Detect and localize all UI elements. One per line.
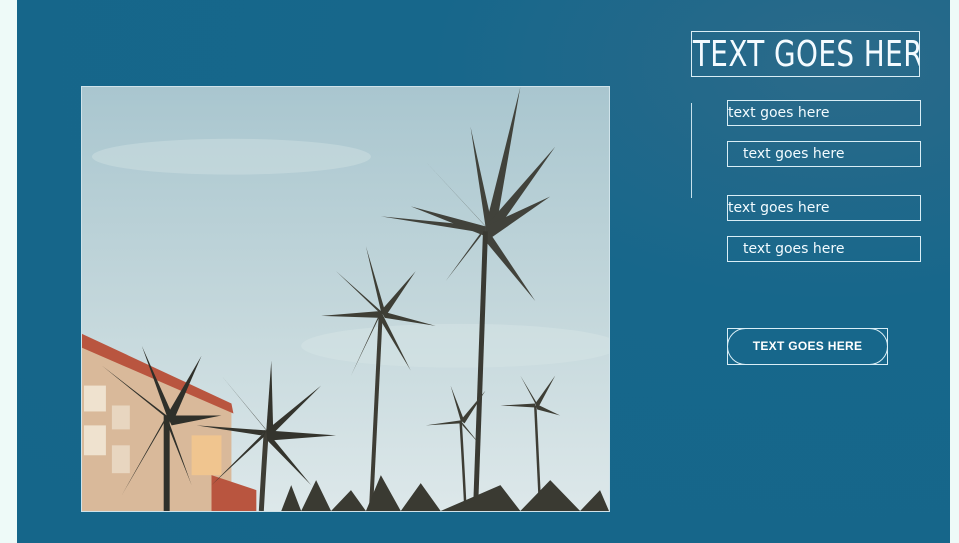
palm-trees-illustration (82, 87, 609, 511)
cta-button[interactable]: TEXT GOES HERE (727, 328, 888, 365)
text-field-3[interactable]: text goes here (727, 195, 921, 221)
vertical-divider (691, 103, 692, 198)
text-field-2[interactable]: text goes here (727, 141, 921, 167)
title-text-box[interactable]: TEXT GOES HERE (691, 31, 920, 77)
palm-trees-photo[interactable] (81, 86, 610, 512)
text-field-4[interactable]: text goes here (727, 236, 921, 262)
slide-canvas: TEXT GOES HERE text goes here text goes … (17, 0, 950, 543)
title-text: TEXT GOES HERE (692, 34, 920, 75)
text-field-1[interactable]: text goes here (727, 100, 921, 126)
